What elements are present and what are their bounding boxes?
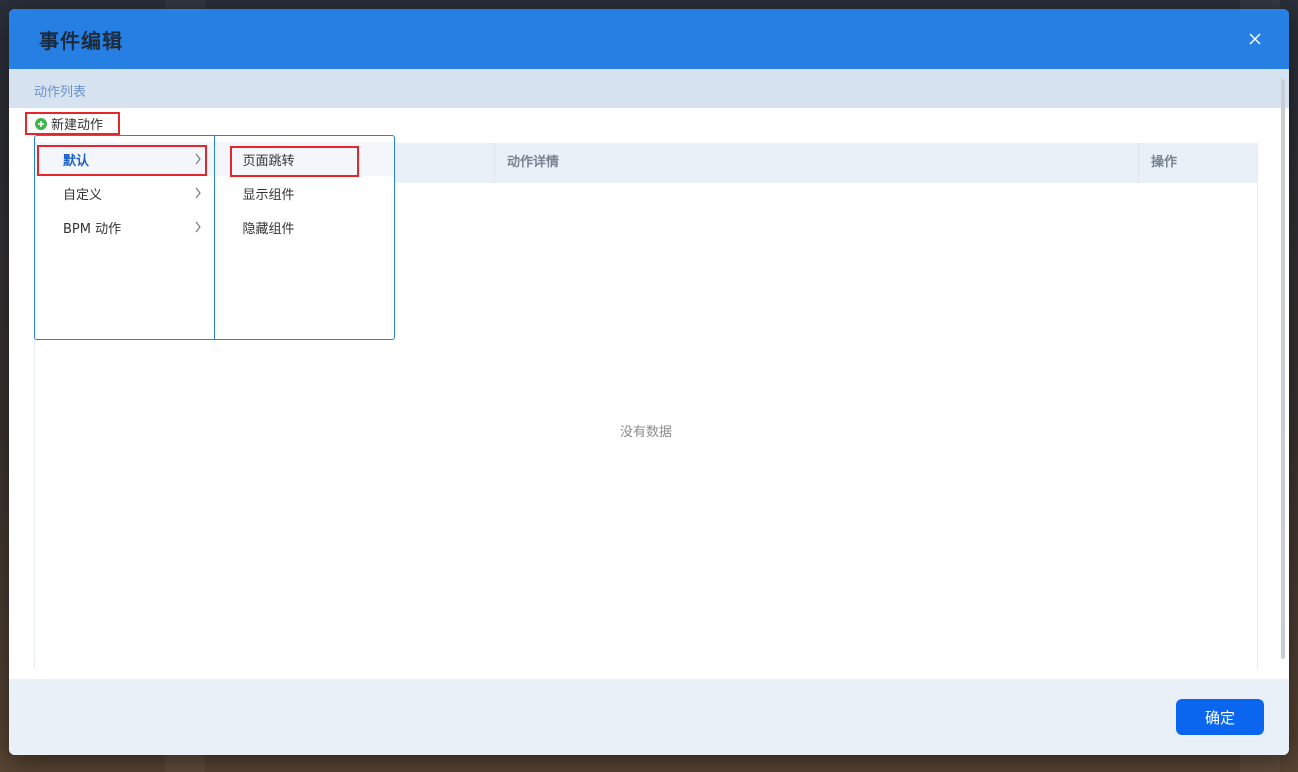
cascader-item-show-component[interactable]: 显示组件: [215, 176, 395, 210]
chevron-right-icon: [195, 221, 201, 233]
chevron-right-icon: [195, 153, 201, 165]
confirm-button[interactable]: 确定: [1176, 699, 1264, 735]
new-action-button[interactable]: 新建动作: [25, 112, 120, 135]
cascader-item-label: 页面跳转: [242, 153, 295, 169]
section-bar: 动作列表: [9, 69, 1289, 108]
cascader-item-bpm-action[interactable]: BPM 动作: [35, 210, 214, 244]
column-divider: [494, 143, 495, 183]
cascader-item-label: 显示组件: [242, 187, 295, 203]
cascader-item-label: 默认: [63, 153, 90, 169]
column-header-action-detail: 动作详情: [507, 155, 560, 170]
cascader-item-label: BPM 动作: [63, 221, 122, 237]
close-icon: [1249, 33, 1261, 45]
plus-circle-icon: [35, 117, 47, 130]
scrollbar[interactable]: [1281, 79, 1285, 659]
empty-state-text: 没有数据: [619, 425, 672, 440]
cascader-item-label: 自定义: [63, 187, 103, 203]
dialog-footer: 确定: [9, 679, 1289, 755]
cascader-item-default[interactable]: 默认: [35, 142, 214, 176]
cascader-item-custom[interactable]: 自定义: [35, 176, 214, 210]
column-header-operation: 操作: [1151, 155, 1178, 170]
dialog-title: 事件编辑: [39, 29, 123, 53]
cascader-item-label: 隐藏组件: [242, 221, 295, 237]
new-action-label: 新建动作: [51, 118, 104, 133]
action-type-cascader: 默认 自定义 BPM 动作 页面跳转 显示组件 隐藏组件: [34, 135, 395, 340]
event-edit-dialog: 事件编辑 动作列表 新建动作 动作详情 操作 没有数据 默认 自定义 BPM 动…: [9, 9, 1289, 755]
chevron-right-icon: [195, 187, 201, 199]
dialog-header: 事件编辑: [9, 9, 1289, 69]
cascader-level2: 页面跳转 显示组件 隐藏组件: [214, 136, 395, 339]
cascader-item-hide-component[interactable]: 隐藏组件: [215, 210, 395, 244]
cascader-item-page-jump[interactable]: 页面跳转: [214, 142, 394, 176]
close-button[interactable]: [1245, 29, 1265, 49]
column-divider: [1138, 143, 1139, 183]
cascader-level1: 默认 自定义 BPM 动作: [35, 136, 215, 339]
section-title: 动作列表: [34, 85, 87, 100]
